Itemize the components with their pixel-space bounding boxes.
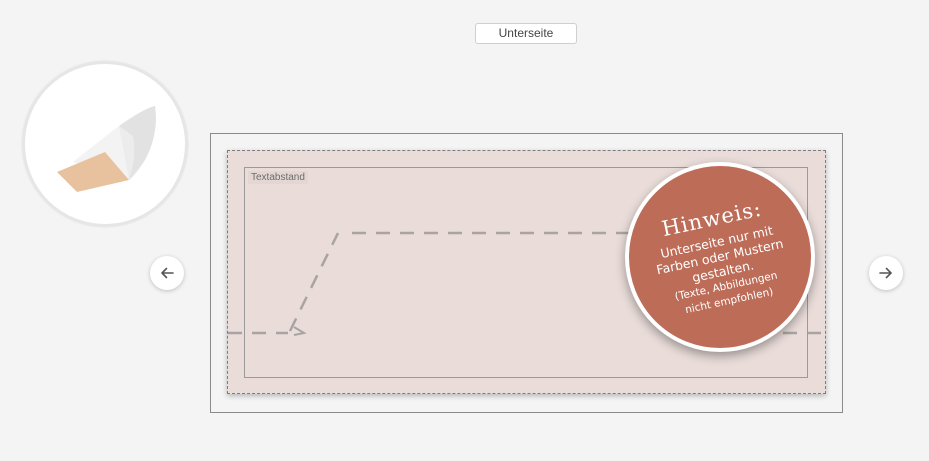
side-selector-button[interactable]: Unterseite xyxy=(475,23,577,44)
next-button[interactable] xyxy=(869,256,903,290)
bag-bottom-icon xyxy=(57,106,156,192)
arrow-right-icon xyxy=(879,267,892,279)
product-preview[interactable] xyxy=(22,61,188,227)
previous-button[interactable] xyxy=(150,256,184,290)
arrow-left-icon xyxy=(161,267,174,279)
notice-content: Hinweis: Unterseite nur mit Farben oder … xyxy=(629,189,811,325)
design-editor: Unterseite Textabstand Hinweis: Untersei… xyxy=(0,0,929,461)
notice-badge: Hinweis: Unterseite nur mit Farben oder … xyxy=(625,162,815,352)
text-margin-label: Textabstand xyxy=(248,171,308,184)
